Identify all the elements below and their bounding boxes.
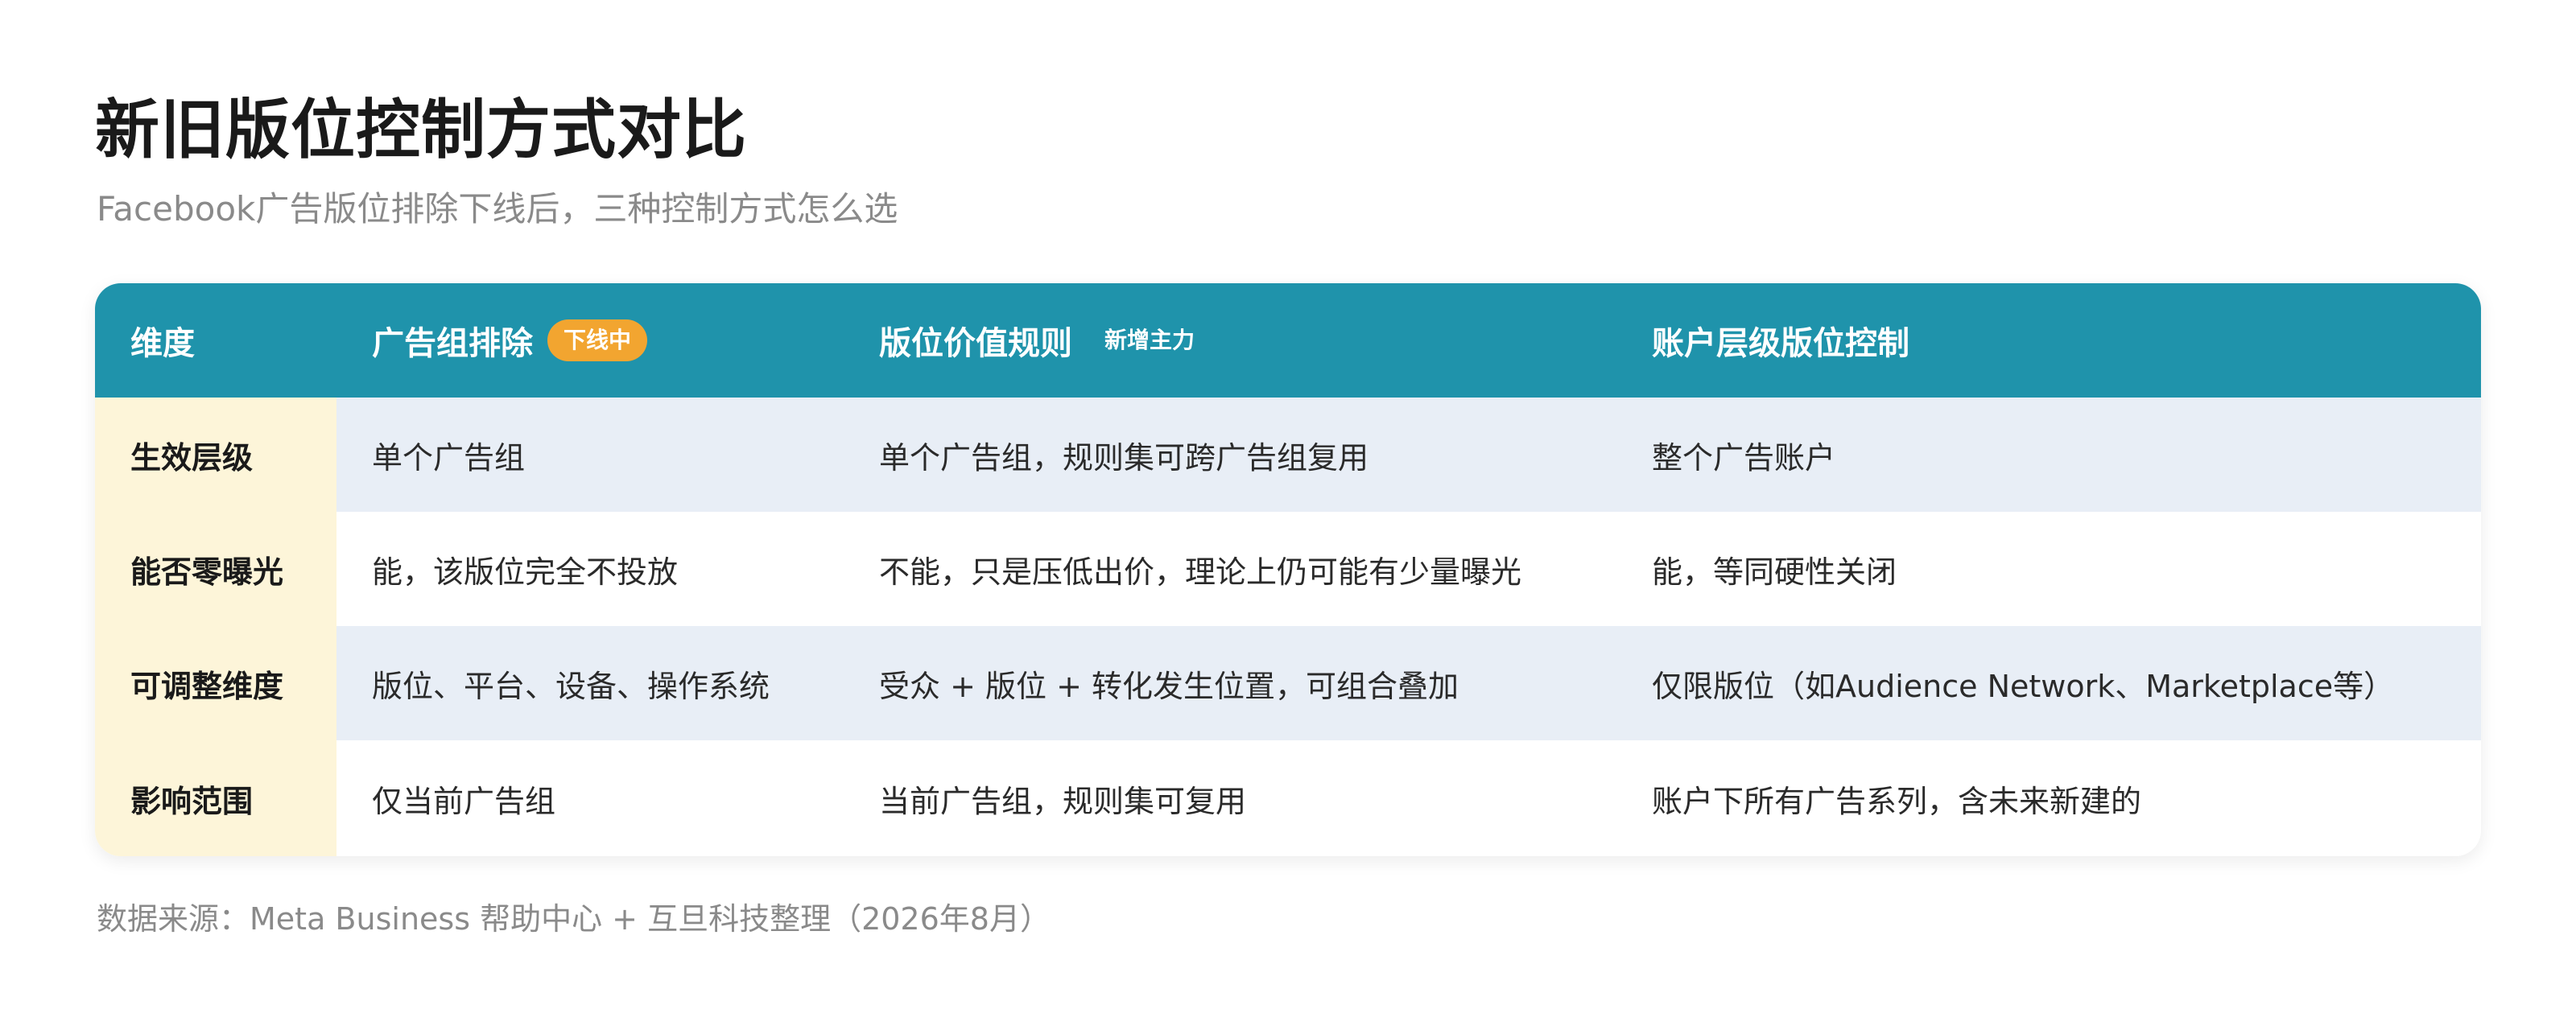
table-cell: 受众 + 版位 + 转化发生位置，可组合叠加 — [879, 668, 1459, 704]
page: 新旧版位控制方式对比 Facebook广告版位排除下线后，三种控制方式怎么选 维… — [0, 0, 2576, 1030]
table-row: 能否零曝光 能，该版位完全不投放 不能，只是压低出价，理论上仍可能有少量曝光 能… — [95, 512, 2481, 626]
table-cell: 整个广告账户 — [1652, 439, 1836, 476]
table-cell: 仅限版位（如Audience Network、Marketplace等） — [1652, 668, 2395, 704]
table-cell: 单个广告组 — [372, 439, 526, 476]
comparison-table: 维度 广告组排除 下线中 版位价值规则 新增主力 账户层级版位控制 生效层级 单… — [95, 283, 2481, 856]
table-cell: 能，该版位完全不投放 — [372, 554, 679, 590]
table-cell: 单个广告组，规则集可跨广告组复用 — [879, 439, 1369, 476]
table-cell: 版位、平台、设备、操作系统 — [372, 668, 770, 704]
table-cell: 账户下所有广告系列，含未来新建的 — [1652, 783, 2142, 819]
header-cell-account-placement-control: 账户层级版位控制 — [1616, 283, 2481, 398]
table-cell: 当前广告组，规则集可复用 — [879, 783, 1247, 819]
row-dimension-label: 影响范围 — [95, 740, 336, 856]
page-title: 新旧版位控制方式对比 — [95, 93, 747, 167]
header-label: 维度 — [130, 325, 195, 362]
table-row: 可调整维度 版位、平台、设备、操作系统 受众 + 版位 + 转化发生位置，可组合… — [95, 626, 2481, 740]
page-subtitle: Facebook广告版位排除下线后，三种控制方式怎么选 — [97, 189, 898, 229]
header-cell-adset-exclusion: 广告组排除 下线中 — [336, 283, 844, 398]
header-label: 账户层级版位控制 — [1652, 325, 1909, 362]
source-footnote: 数据来源：Meta Business 帮助中心 + 互旦科技整理（2026年8月… — [97, 901, 1051, 937]
table-header-row: 维度 广告组排除 下线中 版位价值规则 新增主力 账户层级版位控制 — [95, 283, 2481, 398]
row-dimension-label: 生效层级 — [95, 398, 336, 512]
table-cell: 仅当前广告组 — [372, 783, 556, 819]
row-dimension-label: 可调整维度 — [95, 626, 336, 740]
header-cell-placement-value-rules: 版位价值规则 新增主力 — [844, 283, 1616, 398]
row-dimension-label: 能否零曝光 — [95, 512, 336, 626]
status-badge-offline: 下线中 — [547, 319, 648, 361]
table-cell: 能，等同硬性关闭 — [1652, 554, 1897, 590]
header-label: 版位价值规则 — [879, 325, 1072, 362]
header-cell-dimension: 维度 — [95, 283, 336, 398]
table-row: 生效层级 单个广告组 单个广告组，规则集可跨广告组复用 整个广告账户 — [95, 398, 2481, 512]
table-row: 影响范围 仅当前广告组 当前广告组，规则集可复用 账户下所有广告系列，含未来新建… — [95, 740, 2481, 856]
status-badge-new: 新增主力 — [1104, 327, 1195, 353]
table-cell: 不能，只是压低出价，理论上仍可能有少量曝光 — [879, 554, 1522, 590]
header-label: 广告组排除 — [372, 325, 533, 362]
